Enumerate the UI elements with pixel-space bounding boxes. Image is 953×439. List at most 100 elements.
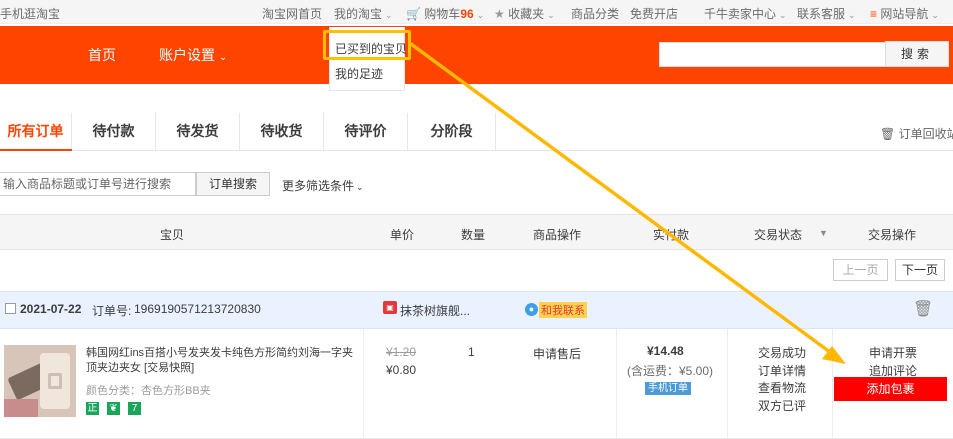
- more-filters-label: 更多筛选条件: [282, 179, 355, 193]
- col-item: 宝贝: [160, 228, 185, 242]
- product-spec: 颜色分类：杏色方形BB夹: [86, 385, 211, 397]
- next-page-button[interactable]: 下一页: [895, 259, 945, 281]
- cart-link[interactable]: 🛒 购物车96 ⌄: [406, 5, 484, 22]
- site-nav-menu[interactable]: ≡ 网站导航 ⌄: [870, 5, 939, 22]
- chevron-down-icon: ⌄: [779, 10, 787, 20]
- shop-icon: ▣: [383, 301, 397, 314]
- order-tabs: 所有订单 待付款 待发货 待收货 待评价 分阶段 🗑 订单回收站: [0, 113, 953, 151]
- column-divider: [727, 329, 728, 439]
- col-unit-price: 单价: [390, 228, 415, 242]
- star-icon: ★: [494, 7, 505, 21]
- col-trade-status[interactable]: 交易状态: [754, 226, 802, 243]
- order-date: 2021-07-22: [20, 302, 82, 316]
- order-number: 1969190571213720830: [134, 302, 261, 316]
- recycle-bin-label: 订单回收站: [898, 127, 953, 141]
- tab-pending-payment[interactable]: 待付款: [72, 113, 156, 151]
- paid-amount: ¥14.48: [647, 344, 684, 358]
- tab-pending-shipment[interactable]: 待发货: [156, 113, 240, 151]
- trade-status-text: 交易成功: [758, 346, 807, 360]
- delete-order-icon[interactable]: 🗑: [913, 299, 933, 319]
- filter-dropdown-icon[interactable]: ▼: [819, 228, 828, 238]
- genuine-badge-icon[interactable]: 正: [86, 402, 99, 415]
- order-header-row: 2021-07-22 订单号: 1969190571213720830 ▣ 抹茶…: [0, 291, 953, 329]
- active-tab-indicator: [0, 149, 72, 151]
- tab-installments[interactable]: 分阶段: [408, 113, 496, 151]
- chevron-down-icon: ⌄: [931, 10, 939, 20]
- cart-count: 96: [460, 7, 474, 21]
- site-nav-label: 网站导航: [880, 7, 929, 21]
- column-divider: [363, 329, 364, 439]
- chevron-down-icon: ⌄: [547, 10, 555, 20]
- account-settings-label: 账户设置: [159, 47, 215, 63]
- chevron-down-icon: ⌄: [385, 10, 393, 20]
- mobile-order-badge: 手机订单: [645, 382, 691, 395]
- nav-home[interactable]: 首页: [88, 45, 116, 65]
- chevron-down-icon: ⌄: [476, 10, 485, 20]
- search-input[interactable]: [659, 42, 886, 67]
- categories-link[interactable]: 商品分类: [571, 5, 619, 22]
- tab-pending-receipt[interactable]: 待收货: [240, 113, 324, 151]
- product-thumbnail[interactable]: [4, 345, 76, 417]
- seven-day-return-badge-icon[interactable]: 7: [128, 402, 141, 415]
- apply-invoice-link[interactable]: 申请开票: [869, 345, 917, 363]
- customer-service-label: 联系客服: [797, 7, 846, 21]
- contact-seller-label: 和我联系: [539, 302, 587, 318]
- menu-icon: ≡: [870, 7, 878, 21]
- search-button[interactable]: 搜索: [885, 41, 949, 67]
- product-title-link[interactable]: 韩国网红ins百搭小号发夹发卡纯色方形简约刘海一字夹顶夹边夹女 [交易快照]: [86, 346, 356, 376]
- chat-icon: ●: [525, 303, 538, 316]
- trade-ops-cell: 申请开票 追加评论: [869, 345, 917, 380]
- order-search-button[interactable]: 订单搜索: [196, 172, 270, 196]
- contact-seller-button[interactable]: ● 和我联系: [525, 302, 587, 318]
- prev-page-button[interactable]: 上一页: [833, 259, 888, 281]
- both-reviewed-text: 双方已评: [758, 398, 807, 413]
- favorites-label: 收藏夹: [508, 7, 545, 21]
- order-search-input[interactable]: 输入商品标题或订单号进行搜索: [0, 172, 196, 196]
- recycle-bin-link[interactable]: 🗑 订单回收站: [880, 125, 953, 142]
- order-details-link[interactable]: 订单详情: [758, 363, 806, 381]
- col-paid: 实付款: [653, 228, 690, 242]
- favorites-menu[interactable]: ★ 收藏夹 ⌄: [494, 5, 555, 22]
- order-checkbox[interactable]: [5, 303, 16, 314]
- order-item-row: 韩国网红ins百搭小号发夹发卡纯色方形简约刘海一字夹顶夹边夹女 [交易快照] 颜…: [0, 329, 953, 439]
- my-taobao-label: 我的淘宝: [334, 7, 383, 21]
- item-quantity: 1: [468, 345, 475, 359]
- orders-table-header: 宝贝 单价 数量 商品操作 实付款 交易状态 ▼ 交易操作: [0, 214, 953, 250]
- column-divider: [832, 329, 833, 439]
- service-badges: 正 ❦ 7: [86, 402, 146, 416]
- trade-status-cell: 交易成功 订单详情 查看物流 双方已评: [758, 345, 806, 415]
- open-shop-link[interactable]: 免费开店: [630, 5, 678, 22]
- cart-icon: 🛒: [406, 7, 421, 21]
- mobile-taobao-link[interactable]: 手机逛淘宝: [0, 5, 60, 22]
- taobao-home-link[interactable]: 淘宝网首页: [262, 5, 322, 22]
- seller-center-menu[interactable]: 千牛卖家中心 ⌄: [704, 5, 787, 22]
- seller-center-label: 千牛卖家中心: [704, 7, 777, 21]
- cart-label: 购物车: [424, 7, 461, 21]
- nav-account-settings[interactable]: 账户设置 ⌄: [159, 45, 227, 65]
- col-quantity: 数量: [461, 228, 486, 242]
- apply-after-sale-link[interactable]: 申请售后: [533, 345, 581, 362]
- shipping-fee: (含运费：¥5.00): [627, 364, 714, 378]
- trash-icon: 🗑: [880, 127, 896, 141]
- chevron-down-icon: ⌄: [848, 10, 856, 20]
- my-taobao-menu[interactable]: 我的淘宝 ⌄: [334, 5, 393, 22]
- shop-name-link[interactable]: 抹茶树旗舰...: [400, 302, 470, 319]
- unit-price: ¥0.80: [386, 363, 417, 377]
- original-price: ¥1.20: [386, 345, 417, 359]
- highlight-box: [323, 30, 411, 60]
- customer-service-menu[interactable]: 联系客服 ⌄: [797, 5, 856, 22]
- main-header: 首页 账户设置 ⌄ 搜索: [0, 26, 953, 84]
- add-package-button[interactable]: 添加包裹: [834, 377, 947, 401]
- insurance-badge-icon[interactable]: ❦: [107, 402, 120, 415]
- site-top-bar: 手机逛淘宝 淘宝网首页 我的淘宝 ⌄ 🛒 购物车96 ⌄ ★ 收藏夹 ⌄ 商品分类 免…: [0, 0, 953, 24]
- col-item-ops: 商品操作: [533, 228, 582, 242]
- more-filters-toggle[interactable]: 更多筛选条件 ⌄: [282, 177, 364, 194]
- tab-all-orders[interactable]: 所有订单: [0, 113, 72, 151]
- order-number-label: 订单号:: [92, 304, 132, 318]
- view-logistics-link[interactable]: 查看物流: [758, 380, 806, 398]
- tab-pending-review[interactable]: 待评价: [324, 113, 408, 151]
- col-trade-ops: 交易操作: [868, 228, 917, 242]
- dropdown-item-footprints[interactable]: 我的足迹: [335, 65, 383, 82]
- chevron-down-icon: ⌄: [356, 182, 364, 192]
- column-divider: [616, 329, 617, 439]
